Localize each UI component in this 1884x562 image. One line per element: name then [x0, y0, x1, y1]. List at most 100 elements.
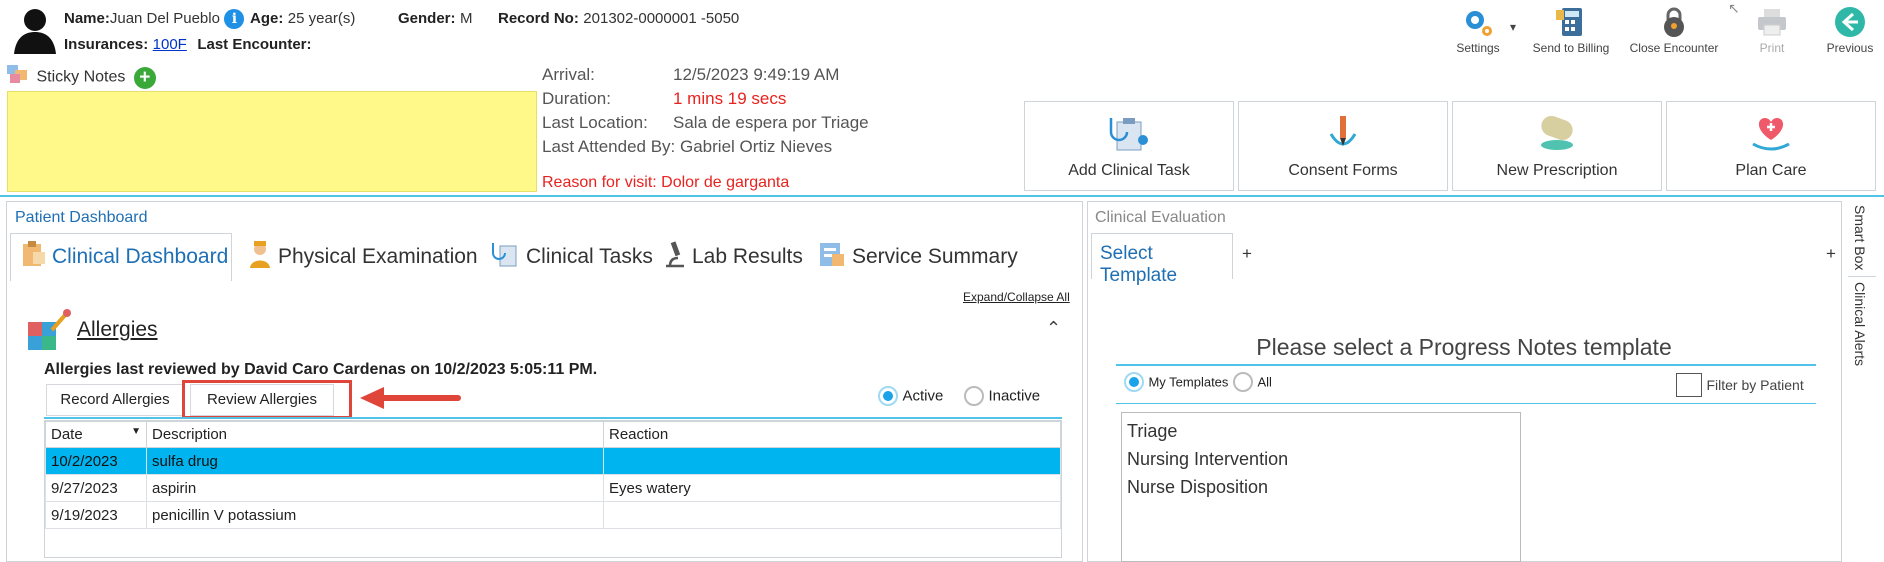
review-allergies-highlight	[182, 380, 352, 419]
encounter-values: 12/5/2023 9:49:19 AM 1 mins 19 secs Sala…	[673, 63, 869, 135]
tab-lab-results-label: Lab Results	[692, 245, 803, 268]
duration-value: 1 mins 19 secs	[673, 89, 787, 108]
list-item[interactable]: Triage	[1122, 417, 1520, 445]
print-label: Print	[1759, 41, 1785, 55]
pen-icon	[1321, 114, 1365, 157]
allergies-grid: Date ▼ Description Reaction 10/2/2023 sul…	[44, 420, 1062, 558]
insurance-link[interactable]: 100F	[153, 36, 187, 53]
my-templates-radio-button[interactable]	[1124, 372, 1144, 392]
previous-button[interactable]: Previous	[1820, 6, 1880, 55]
tab-clinical-tasks[interactable]: Clinical Tasks	[490, 240, 653, 274]
name-label: Name:	[64, 10, 110, 27]
location-value: Sala de espera por Triage	[673, 113, 869, 132]
service-summary-icon	[818, 240, 846, 274]
table-row[interactable]: 9/19/2023 penicillin V potassium	[45, 501, 1061, 529]
arrival-label: Arrival:	[542, 65, 595, 84]
filter-by-patient-checkbox[interactable]	[1676, 373, 1702, 397]
date-column-header[interactable]: Date ▼	[45, 421, 147, 448]
sticky-notes-area[interactable]	[7, 91, 537, 192]
add-clinical-task-button[interactable]: Add Clinical Task	[1024, 101, 1234, 191]
table-row[interactable]: 9/27/2023 aspirin Eyes watery	[45, 474, 1061, 502]
settings-button[interactable]: Settings	[1450, 6, 1506, 55]
filter-by-patient-label: Filter by Patient	[1706, 377, 1804, 393]
previous-label: Previous	[1826, 41, 1874, 55]
last-encounter-label: Last Encounter:	[197, 36, 312, 53]
print-button[interactable]: Print	[1752, 6, 1792, 55]
table-row[interactable]: 10/2/2023 sulfa drug	[45, 447, 1061, 475]
attended-label: Last Attended By:	[542, 137, 676, 156]
row-date: 10/2/2023	[45, 447, 147, 475]
record-allergies-button[interactable]: Record Allergies	[46, 384, 184, 416]
tab-service-summary[interactable]: Service Summary	[818, 240, 1018, 274]
inactive-radio[interactable]: Inactive	[964, 386, 1040, 406]
allergies-title[interactable]: Allergies	[77, 318, 158, 342]
inactive-radio-button[interactable]	[964, 386, 984, 406]
add-tab-button-right[interactable]: +	[1826, 244, 1836, 264]
settings-dropdown-icon[interactable]: ▾	[1510, 20, 1516, 34]
my-templates-radio[interactable]: My Templates	[1124, 372, 1228, 392]
allergies-divider	[44, 417, 1062, 419]
row-description: aspirin	[146, 474, 604, 502]
allergies-last-reviewed: Allergies last reviewed by David Caro Ca…	[44, 361, 598, 378]
tab-physical-examination[interactable]: Physical Examination	[248, 240, 478, 274]
tab-clinical-alerts[interactable]: Clinical Alerts	[1852, 282, 1868, 366]
insurances: Insurances: 100F Last Encounter:	[64, 36, 312, 54]
row-reaction: Eyes watery	[603, 474, 1061, 502]
send-to-billing-label: Send to Billing	[1532, 41, 1610, 55]
progress-notes-prompt: Please select a Progress Notes template	[1256, 334, 1672, 360]
expand-collapse-link[interactable]: Expand/Collapse All	[963, 290, 1070, 304]
tab-smart-box[interactable]: Smart Box	[1852, 205, 1868, 270]
patient-dashboard-title: Patient Dashboard	[15, 209, 148, 226]
consent-forms-label: Consent Forms	[1288, 162, 1398, 179]
list-item[interactable]: Nurse Disposition	[1122, 473, 1520, 501]
add-tab-button[interactable]: +	[1242, 244, 1252, 264]
active-radio-button[interactable]	[878, 386, 898, 406]
allergies-table: Date ▼ Description Reaction 10/2/2023 sul…	[45, 421, 1061, 529]
age-value: 25 year(s)	[287, 10, 356, 27]
record-label: Record No:	[498, 10, 579, 27]
record-value: 201302-0000001 -5050	[583, 10, 740, 27]
last-attended: Last Attended By: Gabriel Ortiz Nieves	[542, 135, 832, 159]
patient-gender: Gender: M	[398, 10, 472, 28]
name-value: Juan Del Pueblo	[109, 10, 220, 27]
new-prescription-button[interactable]: New Prescription	[1452, 101, 1662, 191]
location-label: Last Location:	[542, 113, 648, 132]
all-templates-radio-button[interactable]	[1233, 372, 1253, 392]
collapse-chevron-icon[interactable]: ⌃	[1046, 318, 1061, 339]
consent-forms-button[interactable]: Consent Forms	[1238, 101, 1448, 191]
list-item[interactable]: Nursing Intervention	[1122, 445, 1520, 473]
close-encounter-label: Close Encounter	[1629, 41, 1719, 55]
all-templates-radio[interactable]: All	[1233, 372, 1272, 392]
table-header-row: Date ▼ Description Reaction	[45, 421, 1061, 448]
encounter-labels: Arrival: Duration: Last Location:	[542, 63, 662, 135]
add-sticky-note-button[interactable]: +	[133, 66, 156, 89]
gender-value: M	[459, 10, 473, 27]
close-encounter-button[interactable]: Close Encounter	[1624, 6, 1724, 55]
header-divider	[0, 195, 1884, 197]
doctor-icon	[248, 240, 272, 274]
settings-label: Settings	[1456, 41, 1500, 55]
plan-care-button[interactable]: Plan Care	[1666, 101, 1876, 191]
age-label: Age:	[250, 10, 284, 27]
templates-list: Triage Nursing Intervention Nurse Dispos…	[1121, 412, 1521, 562]
tab-clinical-tasks-label: Clinical Tasks	[526, 245, 653, 268]
active-radio[interactable]: Active	[878, 386, 943, 406]
all-templates-label: All	[1257, 374, 1272, 390]
printer-icon	[1755, 6, 1789, 38]
description-column-header[interactable]: Description	[146, 421, 604, 448]
clipboard-icon	[20, 240, 46, 274]
row-description: penicillin V potassium	[146, 501, 604, 529]
tab-clinical-dashboard[interactable]: Clinical Dashboard	[20, 240, 228, 274]
record-number: Record No: 201302-0000001 -5050	[498, 10, 739, 28]
tab-select-template[interactable]: Select Template	[1091, 233, 1233, 286]
reaction-column-header[interactable]: Reaction	[603, 421, 1061, 448]
info-icon[interactable]: i	[224, 9, 245, 29]
sticky-notes-title: Sticky Notes	[36, 68, 126, 86]
filter-by-patient[interactable]: Filter by Patient	[1676, 373, 1804, 397]
sort-desc-icon: ▼	[131, 426, 141, 437]
new-prescription-label: New Prescription	[1496, 162, 1618, 179]
pill-icon	[1535, 114, 1579, 157]
send-to-billing-button[interactable]: Send to Billing	[1528, 6, 1614, 55]
tab-lab-results[interactable]: Lab Results	[664, 240, 803, 274]
patient-name: Name:Juan Del Pueblo i	[64, 9, 245, 29]
